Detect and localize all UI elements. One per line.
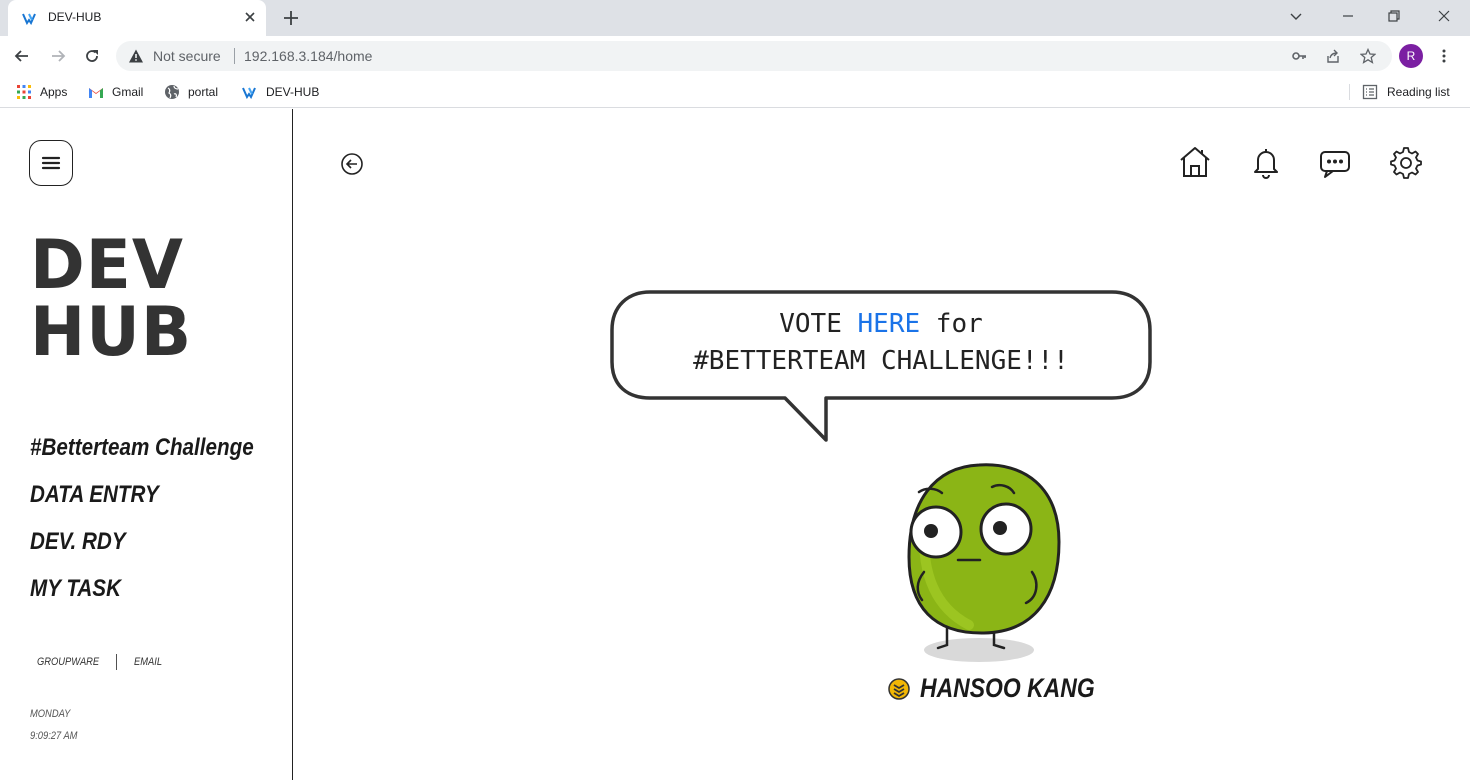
email-link[interactable]: EMAIL xyxy=(134,656,162,668)
tab-search-chevron-icon[interactable] xyxy=(1288,8,1304,24)
gear-icon[interactable] xyxy=(1388,145,1422,179)
nav-item-betterteam-challenge[interactable]: #Betterteam Challenge xyxy=(30,431,254,478)
minimize-icon[interactable] xyxy=(1340,8,1356,24)
clock-day: MONDAY xyxy=(30,708,71,720)
address-bar[interactable]: Not secure 192.168.3.184/home xyxy=(116,41,1392,71)
bookmark-label: Apps xyxy=(40,85,68,99)
vote-here-link[interactable]: HERE xyxy=(858,309,921,339)
apps-grid-icon xyxy=(17,85,31,99)
back-arrow-icon[interactable] xyxy=(12,46,32,66)
close-tab-icon[interactable] xyxy=(242,9,258,25)
bookmark-label: DEV-HUB xyxy=(266,85,320,99)
main-content: VOTE HERE for #BETTERTEAM CHALLENGE!!! H… xyxy=(294,109,1470,780)
bubble-line-2: #BETTERTEAM CHALLENGE!!! xyxy=(693,346,1069,376)
omnibox-divider xyxy=(234,48,235,64)
nav-item-data-entry[interactable]: DATA ENTRY xyxy=(30,478,254,525)
user-name: HANSOO KANG xyxy=(920,673,1095,703)
green-mascot-illustration xyxy=(907,463,1061,662)
close-window-icon[interactable] xyxy=(1436,8,1452,24)
bookmark-devhub[interactable]: DEV-HUB xyxy=(242,82,319,102)
url-text[interactable]: 192.168.3.184/home xyxy=(244,48,372,64)
address-toolbar: Not secure 192.168.3.184/home R xyxy=(0,36,1470,76)
devhub-favicon-icon xyxy=(242,87,256,99)
bookmark-portal[interactable]: portal xyxy=(164,82,218,102)
reload-icon[interactable] xyxy=(82,46,102,66)
tab-strip: DEV-HUB xyxy=(0,0,1470,36)
warning-triangle-icon[interactable] xyxy=(128,48,144,64)
bubble-for-text: for xyxy=(920,309,983,339)
browser-menu-icon[interactable] xyxy=(1436,48,1452,64)
tab-title: DEV-HUB xyxy=(48,10,102,24)
reading-list-button[interactable]: Reading list xyxy=(1362,82,1450,102)
user-name-row: HANSOO KANG xyxy=(888,673,1126,704)
restore-icon[interactable] xyxy=(1386,8,1402,24)
reading-list-label: Reading list xyxy=(1387,85,1450,99)
devhub-logo: DEV HUB xyxy=(30,225,193,372)
hamburger-menu-button[interactable] xyxy=(29,140,73,186)
bookmark-star-icon[interactable] xyxy=(1360,48,1376,64)
bubble-text: VOTE HERE for #BETTERTEAM CHALLENGE!!! xyxy=(610,306,1152,380)
bell-icon[interactable] xyxy=(1249,145,1283,179)
logo-line-1: DEV xyxy=(30,225,184,305)
groupware-link[interactable]: GROUPWARE xyxy=(37,656,99,668)
bookmark-apps[interactable]: Apps xyxy=(16,82,67,102)
logo-line-2: HUB xyxy=(30,292,193,372)
nav-item-my-task[interactable]: MY TASK xyxy=(30,572,254,619)
reading-list-icon xyxy=(1362,84,1378,100)
bubble-line-1: VOTE HERE for xyxy=(610,306,1152,343)
nav-item-dev-rdy[interactable]: DEV. RDY xyxy=(30,525,254,572)
forward-arrow-icon[interactable] xyxy=(48,46,68,66)
bookmarks-bar: Apps Gmail portal DEV-HUB Reading list xyxy=(0,76,1470,108)
footer-divider xyxy=(116,654,117,670)
sidebar: DEV HUB #Betterteam Challenge DATA ENTRY… xyxy=(0,109,293,780)
devhub-favicon-icon xyxy=(22,13,36,25)
share-icon[interactable] xyxy=(1325,48,1341,64)
bookmark-label: Gmail xyxy=(112,85,144,99)
bookmark-gmail[interactable]: Gmail xyxy=(88,82,143,102)
hamburger-icon xyxy=(41,156,61,170)
sidebar-nav: #Betterteam Challenge DATA ENTRY DEV. RD… xyxy=(30,431,290,619)
bookmark-label: portal xyxy=(188,85,219,99)
key-icon[interactable] xyxy=(1291,48,1307,64)
home-icon[interactable] xyxy=(1178,145,1212,179)
bookmarks-divider xyxy=(1349,84,1350,100)
security-status[interactable]: Not secure xyxy=(153,48,221,64)
speech-bubble: VOTE HERE for #BETTERTEAM CHALLENGE!!! xyxy=(610,290,1152,445)
profile-avatar[interactable]: R xyxy=(1399,44,1423,68)
back-circle-icon[interactable] xyxy=(340,152,364,176)
browser-tab[interactable]: DEV-HUB xyxy=(8,0,266,36)
bubble-vote-text: VOTE xyxy=(779,309,858,339)
rank-medal-icon xyxy=(888,677,910,700)
new-tab-icon[interactable] xyxy=(281,8,301,28)
chat-icon[interactable] xyxy=(1318,145,1352,179)
footer-links: GROUPWARE EMAIL xyxy=(37,654,167,670)
clock-time: 9:09:27 AM xyxy=(30,730,78,742)
globe-icon xyxy=(165,85,179,99)
gmail-icon xyxy=(89,87,103,98)
clock: MONDAY 9:09:27 AM xyxy=(30,703,86,747)
